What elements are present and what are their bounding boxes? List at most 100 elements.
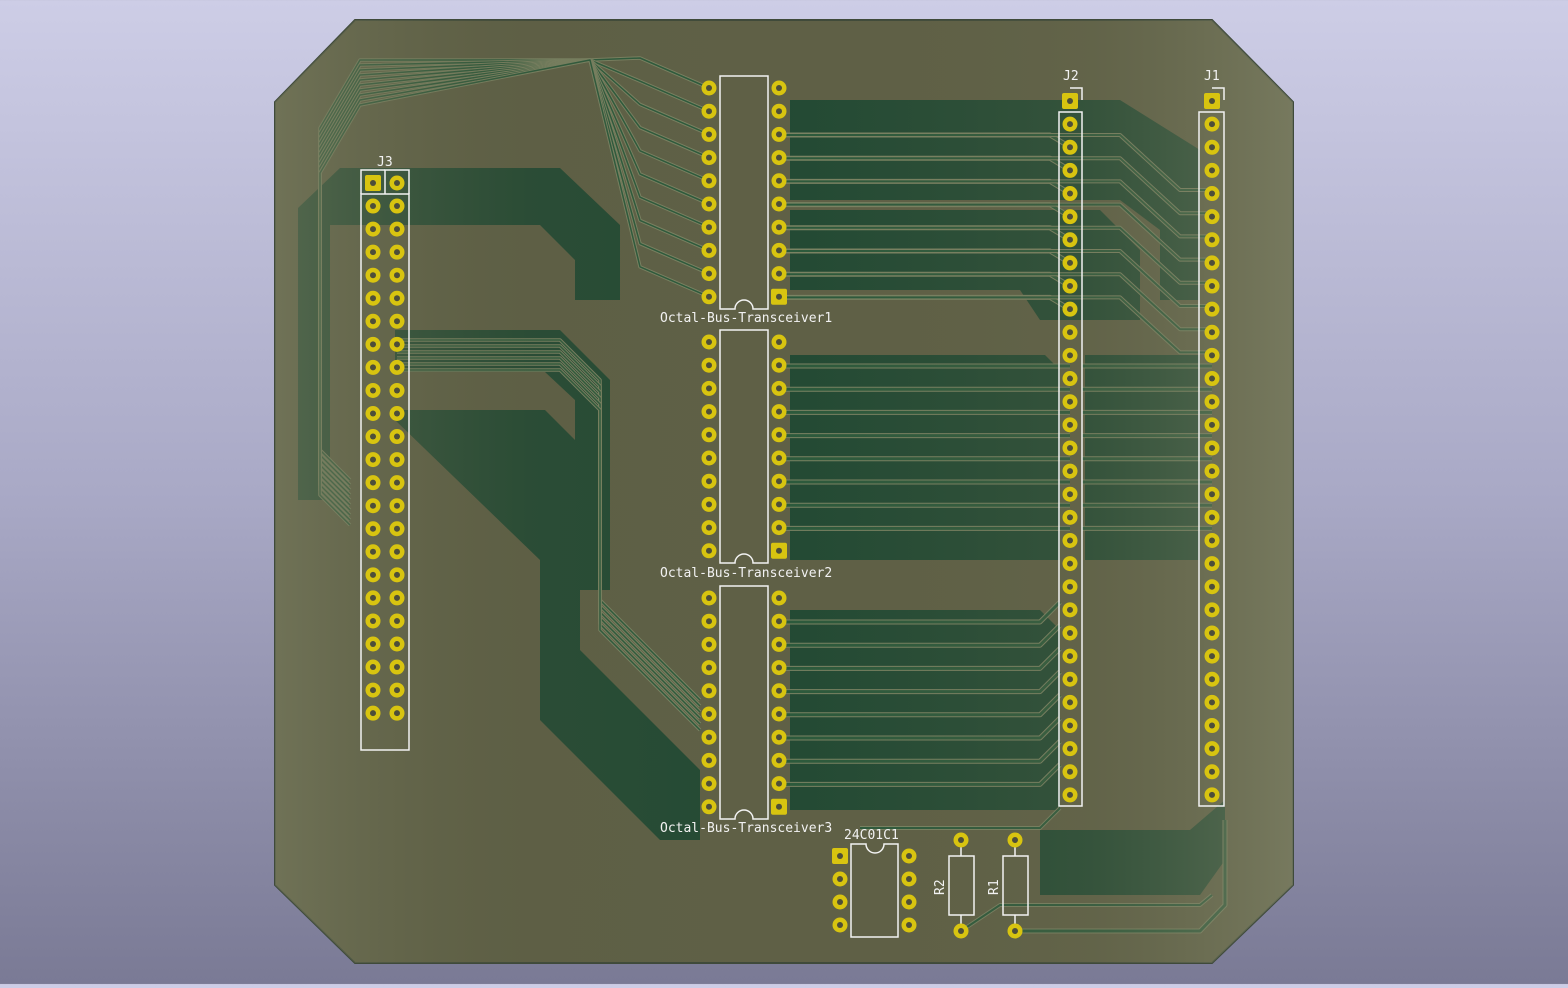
u2-pad-hole [706,339,712,345]
j2-pad-hole [1067,606,1073,613]
j3-pad-hole [394,479,400,486]
j3-pad-hole [394,525,400,532]
j3-pad-hole [394,617,400,624]
j2-pad-hole [1067,653,1073,660]
u4-pad-hole [837,876,843,882]
u2-pad-hole [706,455,712,461]
u2-pad-hole [776,408,782,415]
r1-label: R1 [987,879,1002,895]
j2-pad-hole [1067,768,1073,775]
j2-pad-hole [1067,537,1073,544]
j1-pad-hole [1209,583,1215,590]
j1-pad-hole [1209,375,1215,382]
u1-pad-hole [706,247,712,254]
u3-pad-hole [776,757,782,764]
pcb-viewport[interactable]: J3 J2 J1 Octal-Bus-Transceiver1 Octal-Bu… [0,0,1568,984]
j3-pad-hole [370,387,376,394]
u2-pad-hole [706,362,712,369]
j2-pad-hole [1067,722,1073,729]
j2-pad-hole [1067,375,1073,382]
u1-label: Octal-Bus-Transceiver1 [660,311,832,326]
u2-pad-hole [776,385,782,392]
j3-pad-hole [370,410,376,417]
r1-pad-1-hole [1012,837,1018,843]
u3-pad-hole [706,757,712,764]
u1-pad-hole [706,154,712,161]
u3-pad-hole [706,664,712,671]
u2-pad-hole [776,547,782,554]
u3-pad-hole [706,780,712,787]
j3-pad-hole [394,341,400,348]
j3-pad-hole [370,272,376,279]
j3-pad-hole [394,410,400,417]
u1-pad-hole [706,85,712,91]
u4-pad-hole [906,922,912,928]
u4-pad-hole [837,853,843,859]
j1-pad-hole [1209,444,1215,451]
u2-pad-hole [706,431,712,438]
j2-pad-hole [1067,329,1073,336]
u3-pad-hole [706,618,712,625]
j1-pad-hole [1209,121,1215,128]
u2-pad-hole [776,478,782,485]
j3-pad-hole [370,479,376,486]
u3-pad-hole [776,687,782,694]
j2-pad-hole [1067,421,1073,428]
j3-pad-hole [370,249,376,256]
u1-pad-hole [776,85,782,91]
j1-pad-hole [1209,606,1215,613]
j3-pad-hole [394,456,400,463]
j1-pad-hole [1209,491,1215,498]
u1-pad-hole [776,131,782,138]
u2-pad-hole [776,339,782,345]
u1-pad-hole [776,224,782,231]
j2-pad-hole [1067,676,1073,683]
j2-pad-hole [1067,560,1073,567]
u3-pad-hole [706,803,712,810]
u2-pad-hole [706,385,712,392]
u1-pad-hole [706,224,712,231]
j1-pad-hole [1209,329,1215,336]
j1-pad-hole [1209,745,1215,752]
j3-pad-hole [370,180,376,186]
u3-pad-hole [776,780,782,787]
u2-pad-hole [706,547,712,554]
j1-pad-hole [1209,144,1215,151]
u2-label: Octal-Bus-Transceiver2 [660,566,832,581]
u3-pad-hole [776,734,782,741]
u1-pad-hole [776,247,782,254]
j1-pad-hole [1209,653,1215,660]
j3-pad-hole [370,341,376,348]
j1-pad-hole [1209,306,1215,313]
u2-pad-hole [776,524,782,531]
u3-pad-hole [706,711,712,717]
j3-pad-hole [394,710,400,717]
j3-pad-hole [370,687,376,694]
u2-pad-hole [776,431,782,438]
j2-pad-hole [1067,514,1073,521]
j3-pad-hole [394,433,400,440]
j3-pad-hole [370,664,376,671]
j2-pad-hole [1067,791,1073,798]
j3-pad-hole [394,295,400,302]
u3-pad-hole [706,687,712,694]
j1-pad-hole [1209,190,1215,197]
j3-pad-hole [370,295,376,302]
u1-pad-hole [706,270,712,277]
j3-pad-hole [370,525,376,532]
u3-pad-hole [776,595,782,601]
u2-pad-hole [706,408,712,415]
j1-pad-hole [1209,98,1215,104]
u3-pad-hole [776,641,782,648]
j3-pad-hole [370,364,376,371]
j3-pad-hole [394,664,400,671]
j2-pad-hole [1067,629,1073,636]
u3-pad-hole [776,711,782,717]
j2-pad-hole [1067,236,1073,243]
j3-pad-hole [394,387,400,394]
j3-pad-hole [394,203,400,210]
r2-pad-1-hole [958,837,964,843]
j2-pad-hole [1067,699,1073,706]
u2-pad-hole [776,455,782,461]
pcb-board-view[interactable]: J3 J2 J1 Octal-Bus-Transceiver1 Octal-Bu… [0,0,1568,984]
